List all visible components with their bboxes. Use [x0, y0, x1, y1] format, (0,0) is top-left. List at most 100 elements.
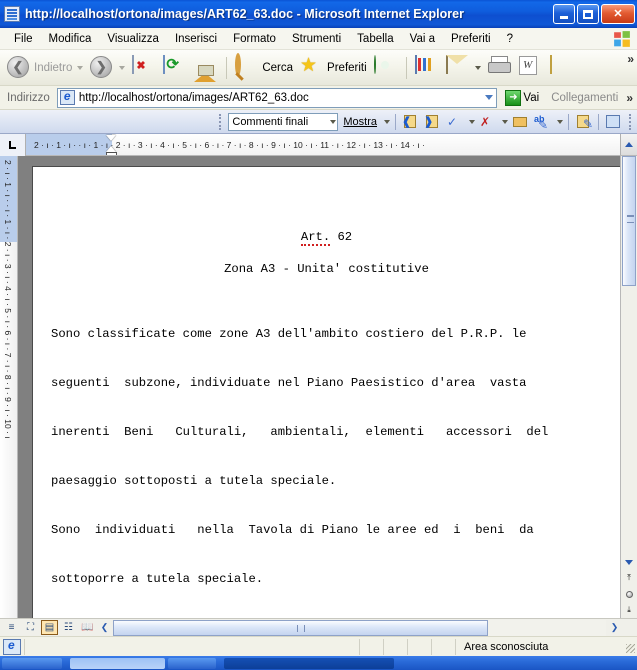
- chevron-up-icon: [625, 142, 633, 147]
- stop-button[interactable]: [129, 54, 159, 82]
- scroll-down-button[interactable]: [621, 554, 637, 570]
- print-button[interactable]: [485, 54, 515, 82]
- accept-change-icon[interactable]: ✓: [445, 113, 464, 131]
- track-changes-caret[interactable]: [557, 119, 563, 124]
- forward-button[interactable]: ❯: [87, 54, 128, 82]
- menu-item-help[interactable]: ?: [499, 31, 521, 47]
- menu-item-modifica[interactable]: Modifica: [41, 31, 100, 47]
- menu-item-file[interactable]: File: [6, 31, 41, 47]
- taskbar-item-active[interactable]: [224, 657, 394, 669]
- menu-bar: File Modifica Visualizza Inserisci Forma…: [0, 28, 637, 50]
- mail-button[interactable]: [443, 54, 484, 82]
- outline-view-button[interactable]: ☷: [60, 620, 77, 635]
- refresh-icon: [163, 54, 187, 80]
- next-page-button[interactable]: ⤓: [621, 602, 637, 618]
- indent-marker[interactable]: [106, 135, 117, 155]
- previous-page-button[interactable]: ⤒: [621, 570, 637, 586]
- back-dropdown-caret[interactable]: [77, 65, 84, 70]
- history-button[interactable]: [412, 54, 442, 82]
- menu-item-formato[interactable]: Formato: [225, 31, 284, 47]
- document-subtitle: Zona A3 - Unita' costitutive: [224, 262, 429, 277]
- accept-change-caret[interactable]: [469, 119, 475, 124]
- go-button[interactable]: ➜ Vai: [501, 89, 543, 106]
- reject-change-caret[interactable]: [502, 119, 508, 124]
- new-comment-icon[interactable]: [511, 113, 530, 131]
- select-browse-object-button[interactable]: [621, 586, 637, 602]
- chevron-down-icon[interactable]: [330, 119, 337, 124]
- status-cell-1: [359, 638, 383, 655]
- insert-icon[interactable]: [604, 113, 623, 131]
- back-button[interactable]: ❮ Indietro: [4, 54, 86, 82]
- next-page-icon: ⤓: [627, 605, 631, 614]
- horizontal-scroll-track[interactable]: [113, 619, 606, 636]
- scroll-left-button[interactable]: ❮: [96, 620, 113, 636]
- display-for-review-combo[interactable]: Commenti finali: [228, 112, 339, 131]
- normal-view-button[interactable]: ≡: [3, 620, 20, 635]
- home-button[interactable]: [191, 54, 221, 82]
- taskbar-start-button[interactable]: [2, 657, 62, 669]
- discuss-button[interactable]: [547, 54, 577, 82]
- menu-item-preferiti[interactable]: Preferiti: [443, 31, 499, 47]
- reading-layout-view-button[interactable]: 📖: [79, 620, 96, 635]
- refresh-button[interactable]: [160, 54, 190, 82]
- document-line: seguenti subzone, individuate nel Piano …: [51, 376, 527, 391]
- resize-grip[interactable]: [623, 639, 637, 655]
- toolbar-grip[interactable]: [219, 113, 222, 130]
- minimize-button[interactable]: [553, 4, 575, 24]
- vertical-scroll-track[interactable]: [621, 156, 637, 554]
- menu-item-strumenti[interactable]: Strumenti: [284, 31, 349, 47]
- horizontal-scroll-thumb[interactable]: [113, 619, 488, 636]
- back-icon: ❮: [7, 55, 31, 80]
- next-change-icon[interactable]: ❱: [423, 113, 442, 131]
- previous-change-icon[interactable]: ❰: [401, 113, 420, 131]
- horizontal-ruler[interactable]: 2 · ı · 1 · ı · · ı · 1 · ı · 2 · ı · 3 …: [26, 134, 620, 155]
- document-icon: [4, 6, 20, 22]
- reject-change-icon[interactable]: ✗: [478, 113, 497, 131]
- scroll-up-button[interactable]: [620, 134, 637, 155]
- status-cell-3: [407, 638, 431, 655]
- show-menu-button[interactable]: Mostra: [341, 116, 379, 128]
- print-layout-view-button[interactable]: ▤: [41, 620, 58, 635]
- forward-dropdown-caret[interactable]: [119, 65, 126, 70]
- toolbar-overflow-chevron[interactable]: »: [627, 52, 634, 66]
- address-dropdown-button[interactable]: [480, 89, 496, 107]
- track-changes-icon[interactable]: ab ✎: [533, 113, 552, 131]
- links-overflow-chevron[interactable]: »: [626, 91, 635, 105]
- web-layout-view-button[interactable]: ⛶: [22, 620, 39, 635]
- mail-dropdown-caret[interactable]: [474, 65, 481, 70]
- edit-word-button[interactable]: W: [516, 54, 546, 82]
- status-message-area: [24, 638, 359, 655]
- address-input[interactable]: http://localhost/ortona/images/ART62_63.…: [56, 87, 498, 108]
- menu-item-inserisci[interactable]: Inserisci: [167, 31, 225, 47]
- document-line: Sono individuati nella Tavola di Piano l…: [51, 522, 534, 537]
- reviewing-pane-icon[interactable]: ✎: [574, 113, 593, 131]
- show-menu-caret[interactable]: [384, 119, 390, 124]
- favorites-button[interactable]: ★ Preferiti: [297, 54, 370, 82]
- view-buttons: ≡ ⛶ ▤ ☷ 📖: [0, 620, 96, 635]
- discuss-icon: [549, 54, 574, 80]
- menu-item-vai-a[interactable]: Vai a: [402, 31, 443, 47]
- close-button[interactable]: ✕: [601, 4, 635, 24]
- vertical-ruler[interactable]: 2 · ı · 1 · ı · · ı · 1 · ı · 2 · ı · 3 …: [0, 156, 18, 618]
- vertical-scrollbar[interactable]: ⤒ ⤓: [620, 156, 637, 618]
- vertical-scroll-thumb[interactable]: [622, 156, 636, 286]
- scroll-right-button[interactable]: ❯: [606, 620, 623, 636]
- maximize-button[interactable]: [577, 4, 599, 24]
- document-body: Sono classificate come zone A3 dell'ambi…: [51, 294, 602, 618]
- taskbar-item-1[interactable]: [70, 657, 165, 669]
- toolbar-overflow-grip[interactable]: [629, 113, 632, 130]
- menu-item-tabella[interactable]: Tabella: [349, 31, 401, 47]
- menu-item-visualizza[interactable]: Visualizza: [99, 31, 167, 47]
- media-button[interactable]: [371, 54, 401, 82]
- edit-word-icon: W: [518, 55, 543, 80]
- links-label[interactable]: Collegamenti: [547, 92, 622, 104]
- document-line: sottoporre a tutela speciale.: [51, 571, 264, 586]
- tab-stop-selector[interactable]: [0, 134, 26, 156]
- main-toolbar: ❮ Indietro ❯ Cerca ★ Preferiti: [0, 50, 637, 86]
- normal-view-icon: ≡: [8, 622, 15, 633]
- security-zone[interactable]: Area sconosciuta: [455, 638, 623, 655]
- search-button[interactable]: Cerca: [232, 52, 296, 82]
- page-icon: [59, 89, 75, 105]
- taskbar-item-2[interactable]: [168, 657, 216, 669]
- document-page[interactable]: Art. 62 Zona A3 - Unita' costitutive Son…: [32, 166, 620, 618]
